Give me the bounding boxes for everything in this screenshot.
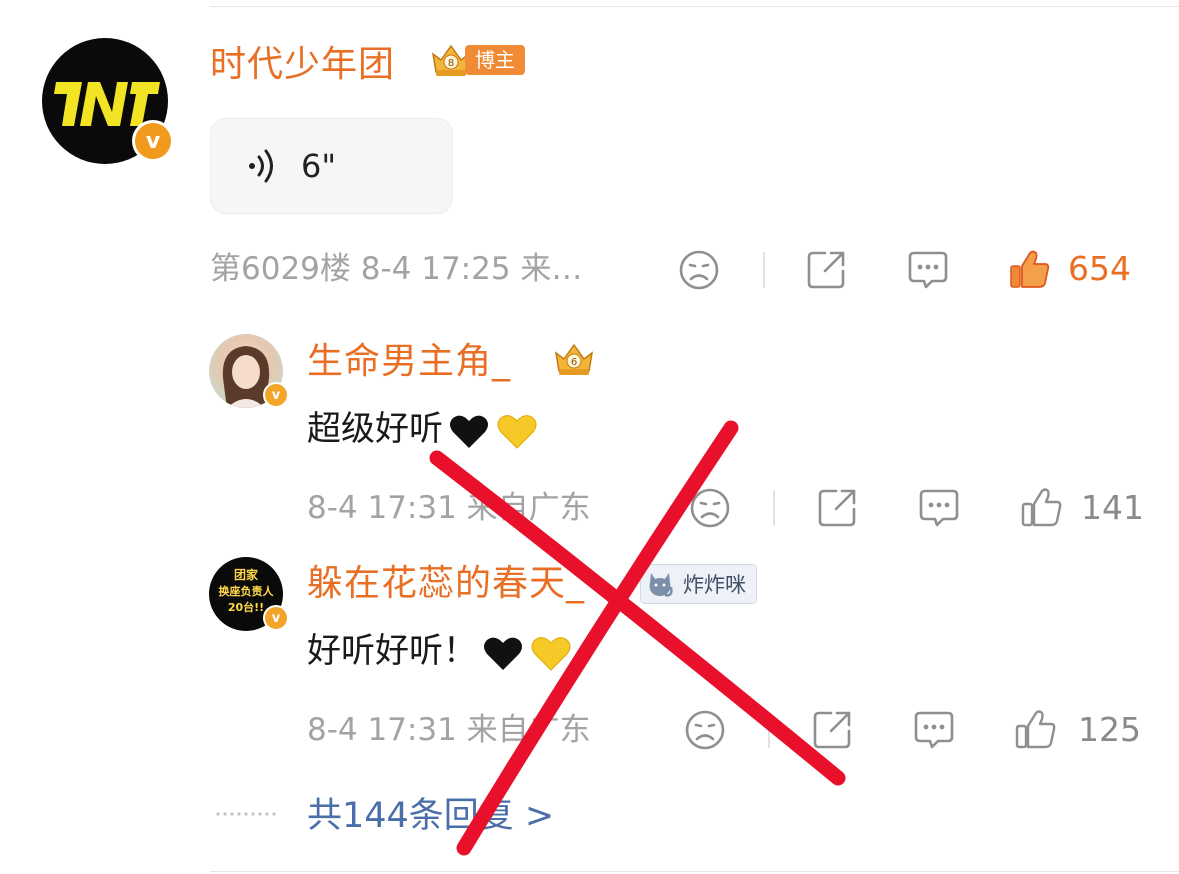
verified-badge-icon: v — [132, 120, 174, 162]
top-divider — [210, 6, 1179, 7]
thumbs-up-icon[interactable] — [1008, 248, 1052, 290]
share-icon[interactable] — [805, 249, 847, 291]
reply-like-count: 125 — [1078, 710, 1141, 749]
black-heart-icon — [450, 415, 488, 448]
verified-badge-icon: v — [263, 605, 289, 631]
voice-duration: 6" — [301, 147, 337, 185]
thumbs-up-icon[interactable] — [1020, 486, 1064, 528]
voice-message[interactable]: 6" — [210, 118, 453, 214]
share-icon[interactable] — [816, 487, 858, 529]
verified-badge-icon: v — [263, 382, 289, 408]
reply-text-content: 好听好听！ — [307, 631, 477, 671]
reply-meta: 8-4 17:31 来自广东 — [307, 490, 591, 526]
cat-icon — [649, 573, 673, 597]
comment-icon[interactable] — [906, 249, 950, 291]
bottom-divider — [210, 871, 1179, 872]
ellipsis-divider — [216, 812, 276, 816]
reply-text: 超级好听 — [307, 409, 539, 452]
reply-text: 好听好听！ — [307, 631, 573, 674]
view-more-replies-link[interactable]: 共144条回复 > — [307, 795, 554, 837]
reply-author-name[interactable]: 躲在花蕊的春天_ — [307, 564, 585, 604]
fan-group-label: 炸炸咪 — [683, 573, 746, 597]
comment-icon[interactable] — [912, 709, 956, 751]
blogger-badge[interactable]: 8 博主 — [429, 42, 525, 78]
svg-text:8: 8 — [448, 58, 454, 69]
reply-author-name[interactable]: 生命男主角_ — [307, 342, 511, 382]
yellow-heart-icon — [497, 414, 537, 449]
reply-avatar[interactable]: 团家 换座负责人 20台!! v — [209, 557, 289, 631]
share-icon[interactable] — [811, 709, 853, 751]
comment-icon[interactable] — [917, 487, 961, 529]
post-author-name[interactable]: 时代少年团 — [210, 45, 395, 85]
author-avatar[interactable]: v — [42, 38, 174, 164]
fan-group-tag[interactable]: 炸炸咪 — [640, 564, 757, 604]
fan-badge[interactable]: 6 — [552, 341, 596, 377]
sad-face-icon[interactable] — [678, 249, 720, 291]
reply-text-content: 超级好听 — [307, 409, 443, 449]
action-separator — [773, 490, 775, 526]
sad-face-icon[interactable] — [684, 709, 726, 751]
black-heart-icon — [484, 637, 522, 670]
reply-avatar[interactable]: v — [209, 334, 289, 408]
voice-icon — [249, 149, 273, 183]
reply-like-count: 141 — [1081, 488, 1144, 527]
avatar-text-line: 团家 — [233, 568, 258, 582]
svg-text:6: 6 — [571, 357, 577, 368]
post-meta: 第6029楼 8-4 17:25 来… — [210, 251, 583, 287]
action-separator — [763, 252, 765, 288]
action-separator — [768, 712, 770, 748]
yellow-heart-icon — [531, 636, 571, 671]
post-like-count: 654 — [1068, 249, 1131, 288]
blogger-tag: 博主 — [465, 45, 525, 75]
reply-meta: 8-4 17:31 来自广东 — [307, 712, 591, 748]
sad-face-icon[interactable] — [689, 487, 731, 529]
crown-icon: 6 — [554, 343, 594, 375]
thumbs-up-icon[interactable] — [1014, 708, 1058, 750]
avatar-text-line: 换座负责人 — [218, 585, 274, 598]
